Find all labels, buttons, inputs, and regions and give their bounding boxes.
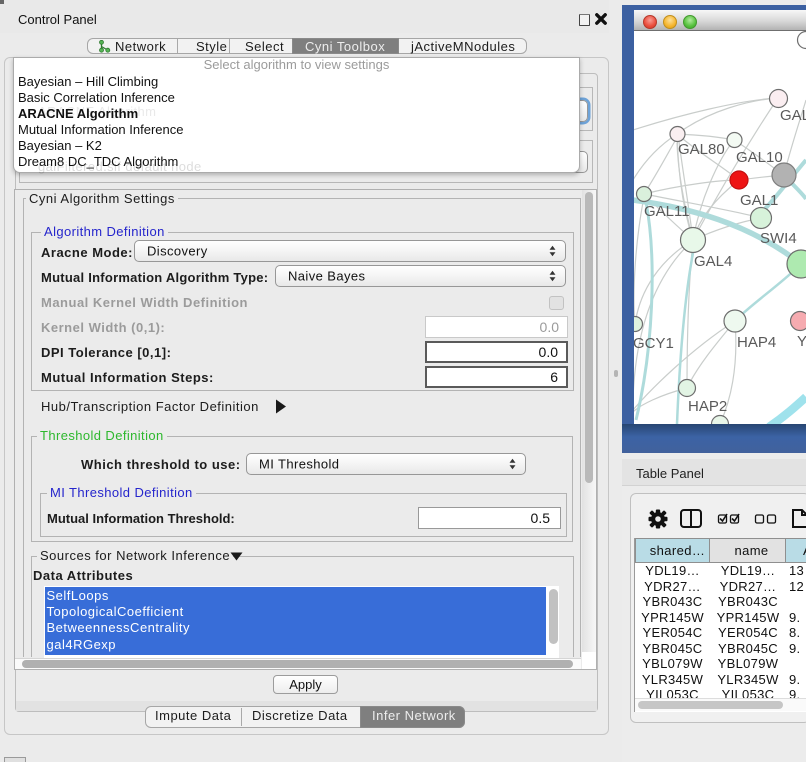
svg-text:GAL10: GAL10 bbox=[736, 149, 783, 166]
svg-text:GAL4: GAL4 bbox=[694, 253, 732, 270]
svg-text:Y: Y bbox=[797, 333, 806, 350]
svg-text:GAL7: GAL7 bbox=[780, 107, 806, 124]
svg-text:HAP4: HAP4 bbox=[737, 334, 776, 351]
svg-text:GAL1: GAL1 bbox=[740, 192, 778, 209]
svg-text:GAL11: GAL11 bbox=[644, 203, 690, 220]
svg-text:SWI4: SWI4 bbox=[760, 230, 797, 247]
svg-text:GAL80: GAL80 bbox=[678, 141, 725, 158]
svg-text:GCY1: GCY1 bbox=[634, 335, 674, 352]
svg-text:HAP2: HAP2 bbox=[688, 398, 727, 415]
